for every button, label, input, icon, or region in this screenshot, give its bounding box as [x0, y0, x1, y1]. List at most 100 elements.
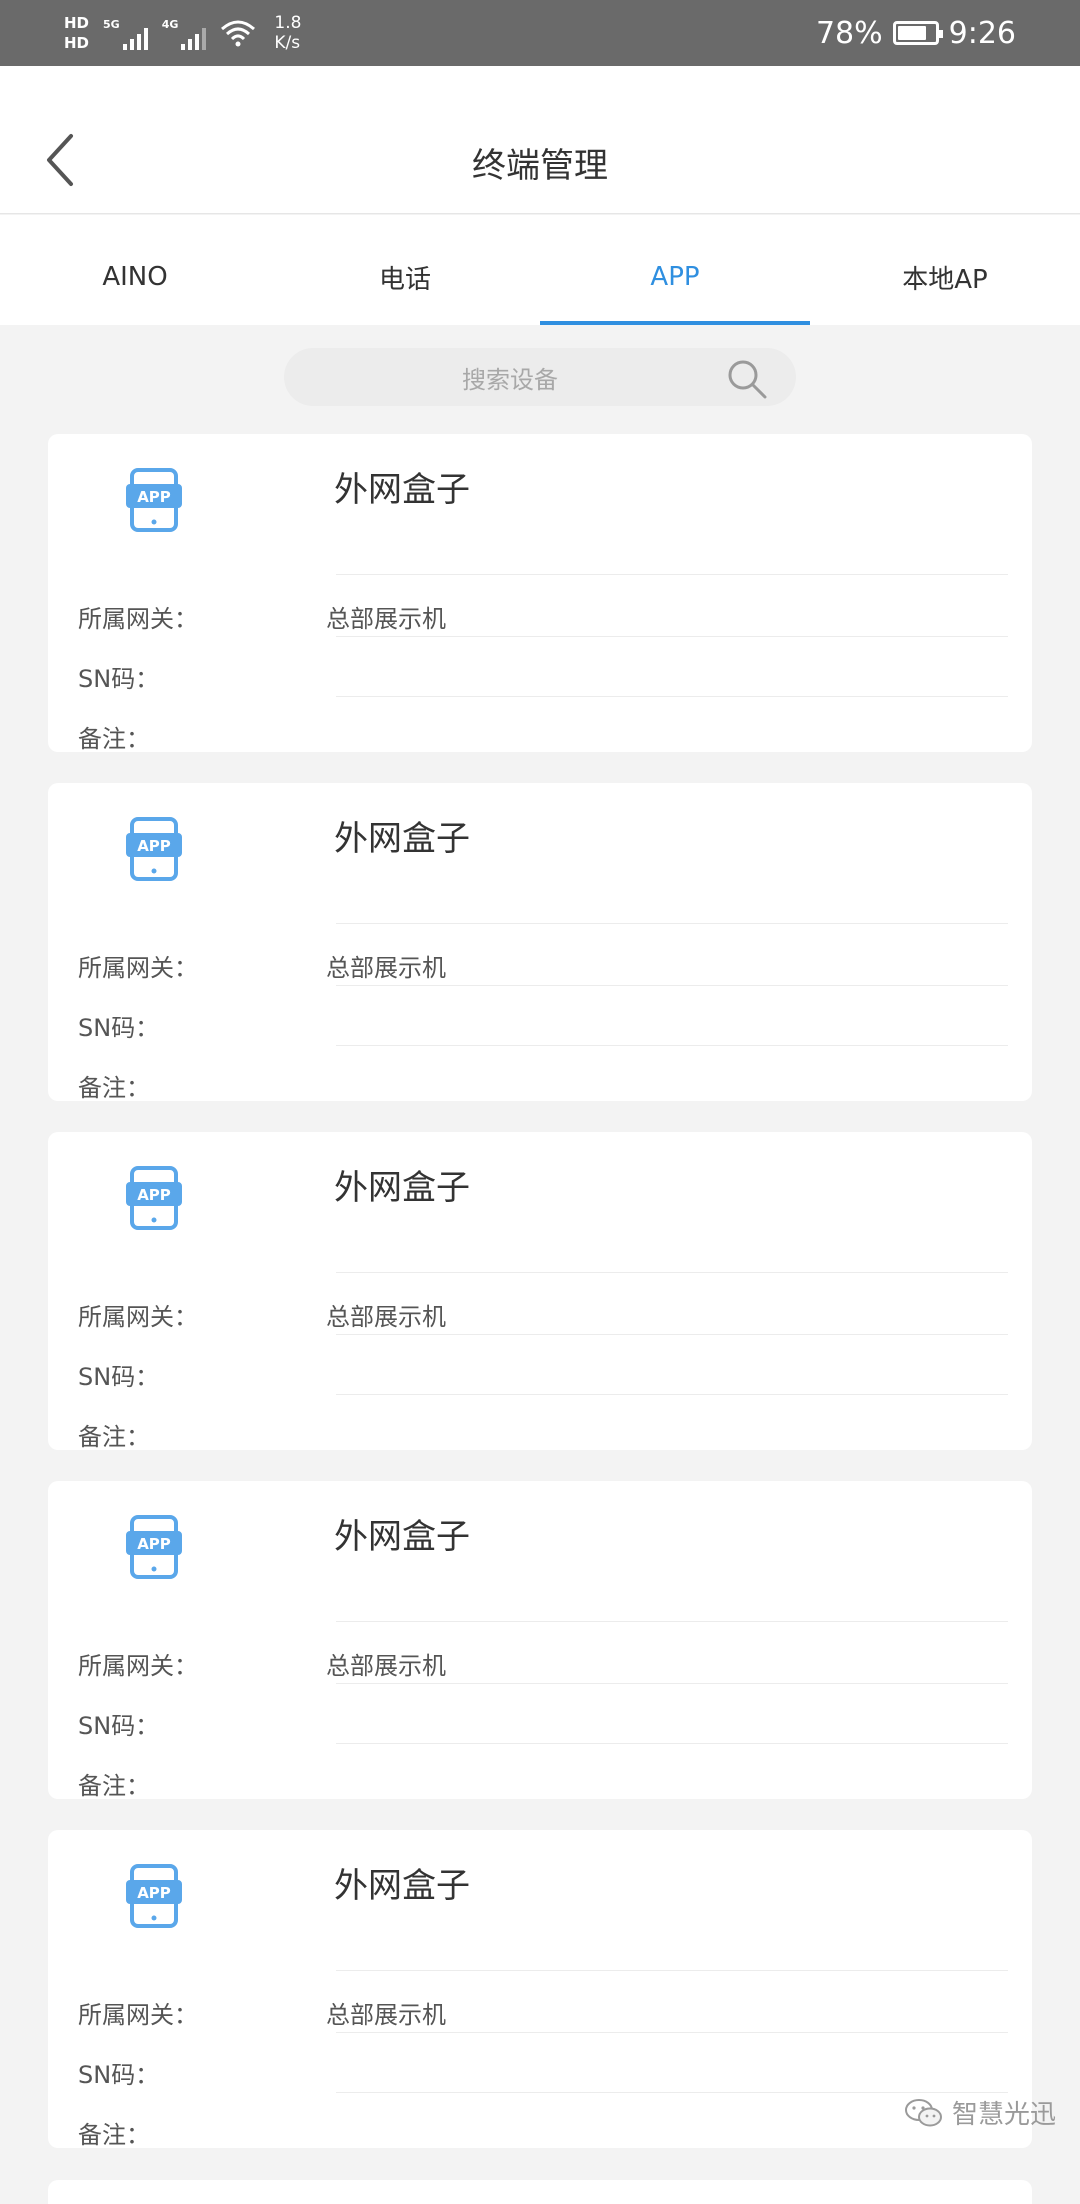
divider [336, 2032, 1008, 2033]
divider [336, 1272, 1008, 1273]
battery-icon [892, 21, 943, 45]
divider [336, 923, 1008, 924]
sn-row: SN码： [78, 646, 1008, 706]
gateway-value: 总部展示机 [326, 2000, 446, 2029]
app-device-icon: APP [126, 1864, 182, 1928]
net-gen-label-1: 5G [103, 18, 120, 31]
sn-label: SN码： [78, 1362, 160, 1391]
note-row: 备注： [78, 2102, 1008, 2149]
tab-local-ap[interactable]: 本地AP [810, 215, 1080, 325]
device-card[interactable]: APP 外网盒子 所属网关： 总部展示机 SN码： 备注： [48, 1132, 1032, 1450]
app-icon-label: APP [137, 1535, 171, 1553]
tab-phone[interactable]: 电话 [270, 215, 540, 325]
sn-label: SN码： [78, 1013, 160, 1042]
gateway-label: 所属网关： [78, 1302, 198, 1331]
app-header: 终端管理 [0, 66, 1080, 214]
app-icon-label: APP [137, 1186, 171, 1204]
gateway-value: 总部展示机 [326, 953, 446, 982]
device-name: 外网盒子 [334, 819, 470, 859]
gateway-label: 所属网关： [78, 2000, 198, 2029]
app-device-icon: APP [126, 1515, 182, 1579]
note-row: 备注： [78, 1404, 1008, 1451]
wifi-icon [221, 20, 256, 47]
divider [336, 636, 1008, 637]
tab-bar: AINO 电话 APP 本地AP [0, 215, 1080, 325]
signal-4g-icon: 4G [162, 16, 207, 50]
hd-indicator: HD HD [64, 13, 89, 53]
sn-row: SN码： [78, 1693, 1008, 1753]
gateway-label: 所属网关： [78, 1651, 198, 1680]
app-icon-label: APP [137, 488, 171, 506]
gateway-row: 所属网关： 总部展示机 [78, 1284, 1008, 1344]
device-name: 外网盒子 [334, 470, 470, 510]
divider [336, 1045, 1008, 1046]
divider [336, 696, 1008, 697]
tab-app[interactable]: APP [540, 215, 810, 325]
gateway-label: 所属网关： [78, 953, 198, 982]
divider [336, 1394, 1008, 1395]
device-card[interactable]: APP 外网盒子 所属网关： 总部展示机 SN码： 备注： [48, 1481, 1032, 1799]
signal-5g-icon: 5G [103, 16, 148, 50]
device-name: 外网盒子 [334, 1517, 470, 1557]
device-name: 外网盒子 [334, 1866, 470, 1906]
search-icon[interactable] [726, 358, 768, 400]
note-label: 备注： [78, 1771, 150, 1800]
note-label: 备注： [78, 2120, 150, 2149]
divider [336, 2092, 1008, 2093]
sn-label: SN码： [78, 1711, 160, 1740]
gateway-label: 所属网关： [78, 604, 198, 633]
status-left: HD HD 5G 4G 1.8 K/s [64, 13, 301, 53]
note-label: 备注： [78, 724, 150, 753]
battery-percent: 78% [815, 15, 883, 51]
divider [336, 985, 1008, 986]
device-card[interactable]: APP 外网盒子 所属网关： 总部展示机 SN码： 备注： [48, 434, 1032, 752]
divider [336, 1683, 1008, 1684]
sn-row: SN码： [78, 2042, 1008, 2102]
search-input[interactable]: 搜索设备 [284, 348, 796, 406]
app-device-icon: APP [126, 1166, 182, 1230]
watermark-text: 智慧光迅 [951, 2100, 1056, 2130]
device-list: APP 外网盒子 所属网关： 总部展示机 SN码： 备注： APP 外网盒子 所… [48, 434, 1032, 2179]
gateway-value: 总部展示机 [326, 1651, 446, 1680]
app-device-icon: APP [126, 817, 182, 881]
sn-label: SN码： [78, 2060, 160, 2089]
gateway-value: 总部展示机 [326, 1302, 446, 1331]
divider [336, 1743, 1008, 1744]
network-speed-unit: K/s [274, 33, 301, 53]
clock: 9:26 [948, 15, 1016, 51]
app-icon-label: APP [137, 837, 171, 855]
hd-label-2: HD [64, 34, 90, 52]
note-label: 备注： [78, 1422, 150, 1451]
gateway-row: 所属网关： 总部展示机 [78, 935, 1008, 995]
gateway-row: 所属网关： 总部展示机 [78, 1982, 1008, 2042]
gateway-row: 所属网关： 总部展示机 [78, 1633, 1008, 1693]
sn-row: SN码： [78, 995, 1008, 1055]
divider [336, 1970, 1008, 1971]
watermark: 智慧光迅 [904, 2094, 1056, 2131]
app-device-icon: APP [126, 468, 182, 532]
search-placeholder: 搜索设备 [462, 365, 558, 394]
divider [336, 1334, 1008, 1335]
network-speed-value: 1.8 [274, 13, 302, 33]
note-label: 备注： [78, 1073, 150, 1102]
app-icon-label: APP [137, 1884, 171, 1902]
hd-label-1: HD [64, 14, 90, 32]
note-row: 备注： [78, 1055, 1008, 1102]
divider [336, 1621, 1008, 1622]
sn-label: SN码： [78, 664, 160, 693]
wechat-icon [904, 2098, 942, 2126]
gateway-value: 总部展示机 [326, 604, 446, 633]
status-bar: HD HD 5G 4G 1.8 K/s 78% 9:26 [0, 0, 1080, 66]
page-title: 终端管理 [472, 146, 608, 186]
device-card[interactable]: APP 外网盒子 所属网关： 总部展示机 SN码： 备注： [48, 1830, 1032, 2148]
note-row: 备注： [78, 706, 1008, 753]
tab-aino[interactable]: AINO [0, 215, 270, 325]
note-row: 备注： [78, 1753, 1008, 1800]
device-card[interactable]: APP 外网盒子 所属网关： 总部展示机 SN码： 备注： [48, 783, 1032, 1101]
sn-row: SN码： [78, 1344, 1008, 1404]
gateway-row: 所属网关： 总部展示机 [78, 586, 1008, 646]
divider [336, 574, 1008, 575]
list-item-partial[interactable] [48, 2180, 1032, 2204]
status-right: 78% 9:26 [816, 16, 1016, 51]
device-name: 外网盒子 [334, 1168, 470, 1208]
